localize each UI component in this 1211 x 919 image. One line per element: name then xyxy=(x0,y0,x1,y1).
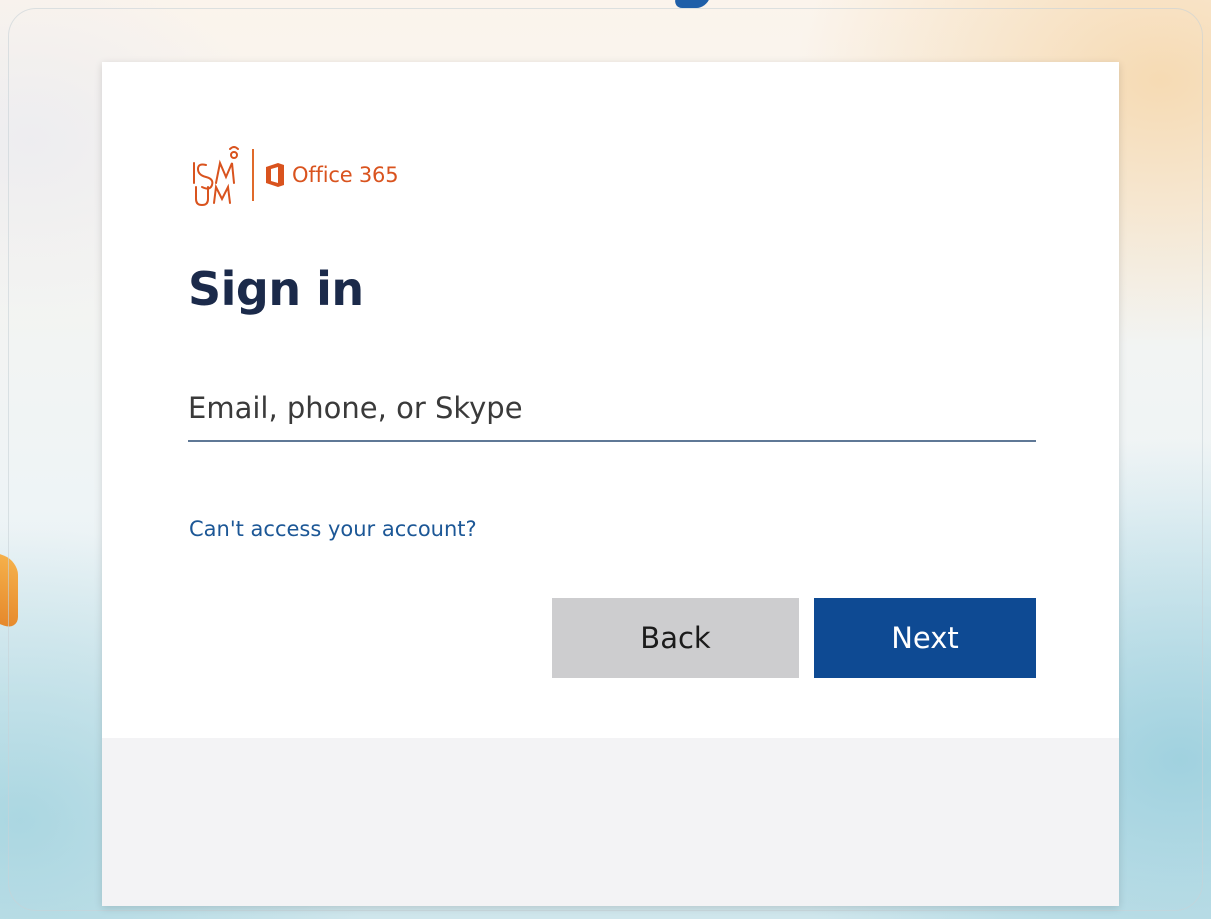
logo-divider xyxy=(252,149,254,201)
page-title: Sign in xyxy=(188,262,364,316)
office-logo-icon xyxy=(264,162,286,188)
cant-access-account-link[interactable]: Can't access your account? xyxy=(189,517,477,541)
signin-card: Office 365 Sign in Can't access your acc… xyxy=(102,62,1119,906)
ism-logo xyxy=(190,143,248,207)
email-field[interactable] xyxy=(188,384,1036,442)
card-footer xyxy=(102,738,1119,906)
back-button[interactable]: Back xyxy=(552,598,799,678)
next-button[interactable]: Next xyxy=(814,598,1036,678)
product-name: Office 365 xyxy=(292,163,399,187)
logo-row: Office 365 xyxy=(190,140,399,210)
